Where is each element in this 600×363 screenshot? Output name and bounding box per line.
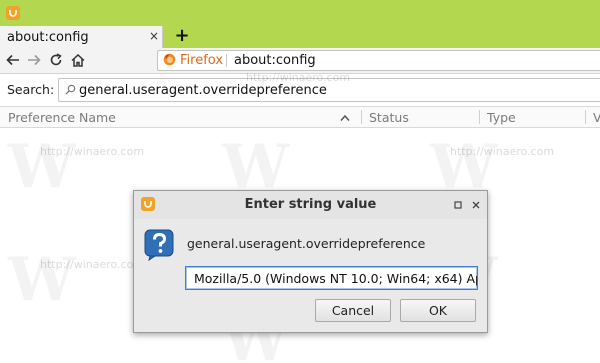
url-bar[interactable]: Firefox about:config — [157, 50, 600, 71]
tab-strip: about:config × + — [0, 26, 600, 48]
search-icon — [65, 84, 76, 98]
sort-ascending-icon[interactable] — [340, 111, 350, 125]
column-status[interactable]: Status — [369, 110, 409, 125]
column-divider — [479, 110, 480, 124]
ok-button[interactable]: OK — [400, 299, 476, 322]
column-header: Preference Name Status Type V — [0, 106, 600, 128]
tab-about-config[interactable]: about:config × — [0, 26, 163, 48]
dialog-title: Enter string value — [244, 197, 377, 212]
search-input[interactable]: general.useragent.overridepreference — [58, 78, 600, 102]
question-icon — [144, 229, 176, 262]
enter-string-dialog: Enter string value general.useragent.ove… — [133, 190, 488, 333]
close-icon[interactable]: × — [148, 30, 160, 42]
new-tab-button[interactable]: + — [173, 27, 191, 45]
watermark-text: http://winaero.com — [40, 258, 145, 271]
column-preference-name[interactable]: Preference Name — [8, 110, 116, 125]
watermark-text: http://winaero.com — [450, 145, 555, 158]
window-restore-icon[interactable] — [450, 198, 466, 212]
back-arrow-icon[interactable] — [5, 52, 21, 68]
forward-arrow-icon[interactable] — [26, 52, 42, 68]
watermark-logo: W — [8, 245, 75, 315]
tab-title: about:config — [7, 29, 89, 45]
column-value[interactable]: V — [593, 110, 600, 125]
url-text[interactable]: about:config — [234, 53, 316, 68]
app-badge-icon — [6, 6, 20, 20]
watermark-text: http://winaero.com — [40, 145, 145, 158]
watermark-logo: W — [8, 132, 75, 202]
identity-label: Firefox — [180, 53, 224, 68]
home-icon[interactable] — [70, 52, 86, 68]
title-bar — [0, 0, 600, 26]
window-close-icon[interactable] — [468, 198, 484, 212]
dialog-preference-name: general.useragent.overridepreference — [187, 236, 426, 251]
search-row: Search: general.useragent.overrideprefer… — [0, 76, 600, 104]
column-divider — [361, 110, 362, 124]
firefox-icon — [163, 53, 176, 69]
string-value-text: Mozilla/5.0 (Windows NT 10.0; Win64; x64… — [194, 271, 478, 286]
url-divider — [226, 54, 227, 67]
dialog-titlebar[interactable]: Enter string value — [134, 191, 487, 219]
cancel-button[interactable]: Cancel — [315, 299, 391, 322]
navigation-bar: Firefox about:config — [0, 48, 600, 74]
reload-icon[interactable] — [48, 52, 64, 68]
search-label: Search: — [7, 82, 55, 97]
column-type[interactable]: Type — [487, 110, 516, 125]
search-value: general.useragent.overridepreference — [79, 83, 327, 98]
identity-box[interactable]: Firefox — [158, 51, 223, 70]
column-divider — [585, 110, 586, 124]
string-value-input[interactable]: Mozilla/5.0 (Windows NT 10.0; Win64; x64… — [185, 266, 478, 290]
